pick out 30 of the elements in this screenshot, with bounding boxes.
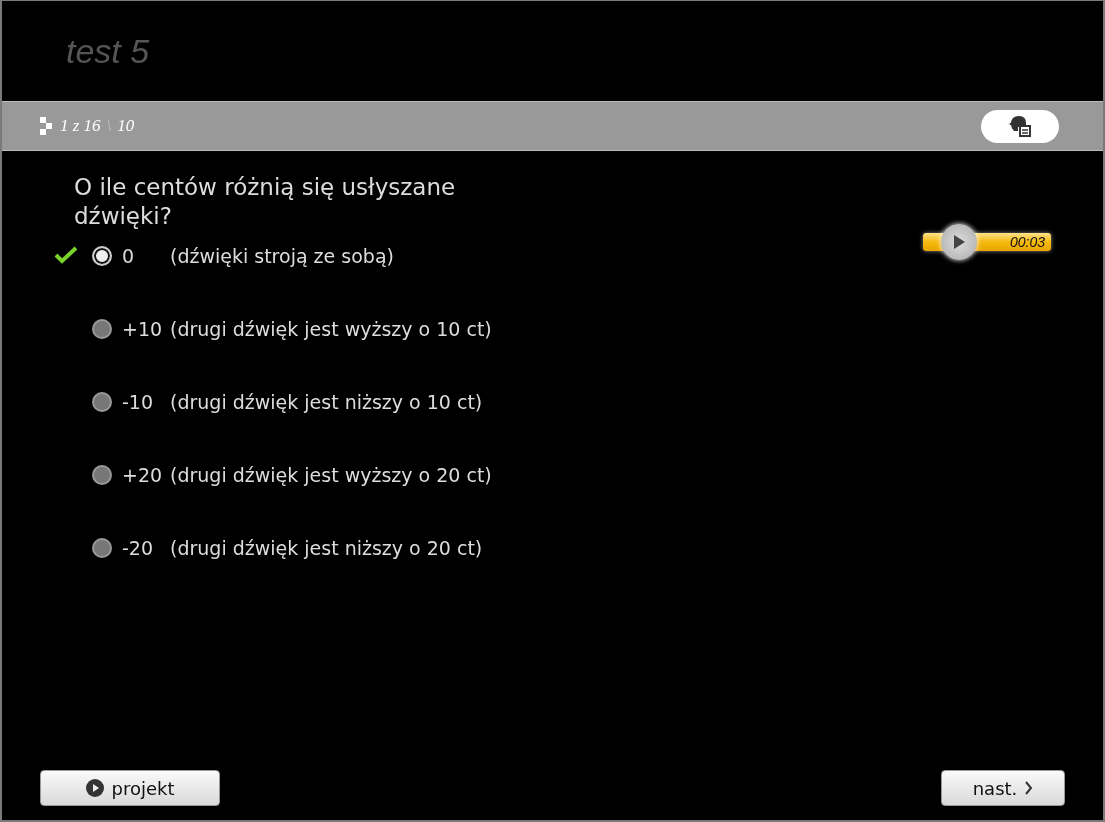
- help-button[interactable]: [981, 109, 1059, 143]
- question-text: O ile centów różnią się usłyszane dźwięki?: [74, 173, 457, 231]
- question-counter: 1 z 16: [60, 116, 101, 136]
- option-value: -10: [122, 390, 155, 413]
- chevron-right-icon: [1025, 781, 1034, 795]
- option-text: (drugi dźwięk jest wyższy o 20 ct): [170, 463, 492, 486]
- counter-separator: \: [106, 116, 112, 136]
- quiz-title: test 5: [66, 31, 150, 71]
- option-text: (drugi dźwięk jest niższy o 20 ct): [170, 536, 483, 559]
- radio-button[interactable]: [92, 464, 112, 485]
- option-text: (dźwięki stroją ze sobą): [170, 245, 394, 267]
- project-button[interactable]: projekt: [40, 770, 220, 806]
- option-value: -20: [122, 536, 155, 559]
- playback-time: 00:03: [1009, 234, 1045, 250]
- option-value: 0: [122, 245, 136, 267]
- radio-button[interactable]: [92, 537, 112, 558]
- option-value: +10: [122, 317, 164, 340]
- play-button[interactable]: [941, 224, 977, 260]
- option-text: (drugi dźwięk jest wyższy o 10 ct): [170, 317, 492, 340]
- score-text: 10: [117, 116, 135, 136]
- option-text: (drugi dźwięk jest niższy o 10 ct): [170, 390, 483, 413]
- play-icon: [952, 234, 966, 250]
- radio-button[interactable]: [92, 391, 112, 412]
- next-button[interactable]: nast.: [941, 770, 1065, 806]
- option-value: +20: [122, 463, 164, 486]
- person-document-icon: [1008, 115, 1032, 137]
- checker-icon: [40, 117, 52, 135]
- radio-button[interactable]: [92, 318, 112, 339]
- radio-button[interactable]: [92, 246, 112, 266]
- play-circle-icon: [85, 779, 104, 797]
